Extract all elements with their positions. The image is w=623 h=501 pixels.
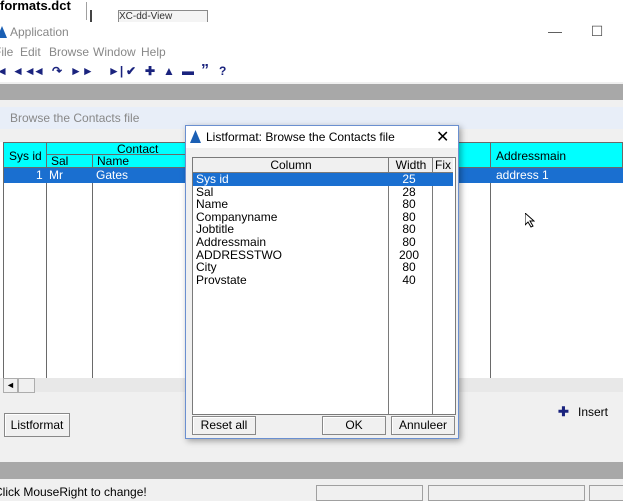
minimize-button[interactable]: — (545, 23, 565, 39)
menu-file[interactable]: File (0, 45, 13, 59)
cell-sal: Mr (49, 168, 63, 182)
status-text: Click MouseRight to change! (0, 485, 147, 499)
grid-header-width[interactable]: Width (389, 158, 433, 173)
cell-sysid: 1 (36, 168, 43, 182)
header-sal-label: Sal (51, 154, 69, 168)
browse-window-title: Browse the Contacts file (10, 111, 140, 125)
reset-all-button[interactable]: Reset all (192, 416, 256, 435)
close-icon[interactable]: ✕ (436, 127, 449, 147)
insert-plus-icon: ✚ (558, 404, 569, 419)
first-record-icon[interactable]: ◄ (0, 64, 8, 78)
status-pane (428, 485, 585, 501)
menu-browse[interactable]: Browse (49, 45, 89, 59)
gray-band-bottom (0, 462, 623, 479)
last-record-icon[interactable]: ►| (108, 64, 123, 78)
listformat-button[interactable]: Listformat (4, 413, 70, 437)
help-icon[interactable]: ? (219, 64, 226, 78)
insert-label: Insert (578, 405, 609, 419)
column-divider (46, 183, 47, 378)
menu-edit[interactable]: Edit (20, 45, 41, 59)
status-pane (589, 485, 623, 501)
item-width: 80 (402, 260, 416, 275)
menu-window[interactable]: Window (93, 45, 136, 59)
header-name[interactable]: Name (92, 154, 188, 168)
window-title: Application (10, 25, 69, 39)
status-pane (316, 485, 423, 501)
next-record-icon[interactable]: ►► (70, 64, 94, 78)
dialog-title: Listformat: Browse the Contacts file (206, 130, 395, 144)
column-divider (490, 183, 491, 378)
cell-name: Gates (96, 168, 129, 182)
item-width: 80 (402, 197, 416, 212)
item-column: Name (196, 197, 229, 212)
header-hidden-column[interactable] (456, 142, 491, 168)
item-column: City (196, 260, 217, 275)
background-tab-label[interactable]: formats.dct (0, 0, 71, 13)
mouse-cursor-icon (525, 213, 535, 228)
toolbar: ◄ ◄◄ ◄ ↷ ►► ►| ✔ ✚ ▲ ▬ ” ? (0, 62, 623, 82)
scroll-thumb[interactable] (18, 378, 35, 393)
accept-icon[interactable]: ✔ (126, 64, 136, 78)
dialog-titlebar: Listformat: Browse the Contacts file ✕ (186, 126, 458, 148)
header-sysid[interactable]: Sys id (3, 142, 47, 168)
item-width: 80 (402, 235, 416, 249)
app-logo-icon (0, 26, 7, 38)
scroll-left-button[interactable]: ◄ (3, 378, 18, 393)
window-titlebar: Application — ☐ (0, 22, 623, 42)
item-column: Sys id (196, 172, 229, 186)
list-item[interactable]: Sys id 25 (193, 173, 453, 186)
item-column: Addressmain (196, 235, 267, 249)
gray-band-top (0, 84, 623, 100)
header-addressmain-label: Addressmain (496, 149, 567, 163)
list-item[interactable]: Provstate 40 (193, 274, 453, 287)
menu-help[interactable]: Help (141, 45, 166, 59)
table-left-border (3, 142, 4, 378)
list-item[interactable]: Name 80 (193, 198, 453, 211)
delete-icon[interactable]: ▬ (182, 64, 194, 78)
grid-header-fix[interactable]: Fix (433, 158, 453, 173)
list-item[interactable]: City 80 (193, 261, 453, 274)
header-name-label: Name (97, 154, 130, 168)
item-width: 25 (402, 172, 416, 186)
list-item[interactable]: Addressmain 80 (193, 236, 453, 249)
header-sal[interactable]: Sal (46, 154, 93, 168)
change-icon[interactable]: ▲ (163, 64, 175, 78)
cancel-button[interactable]: Annuleer (391, 416, 455, 435)
column-format-list[interactable]: Column Width Fix Sys id 25 Sal 28 Name 80 C… (192, 157, 456, 415)
item-width: 40 (402, 272, 416, 287)
grid-header-column[interactable]: Column (193, 158, 389, 173)
header-addressmain[interactable]: Addressmain (490, 142, 623, 168)
background-tab-strip: formats.dct XC-dd-View (0, 0, 623, 26)
goto-icon[interactable]: ↷ (52, 64, 62, 78)
insert-button[interactable]: ✚ Insert (558, 404, 618, 422)
maximize-button[interactable]: ☐ (587, 23, 607, 40)
menu-bar: File Edit Browse Window Help (0, 42, 623, 62)
insert-icon[interactable]: ✚ (145, 64, 155, 78)
copy-icon[interactable]: ” (201, 62, 209, 80)
header-sysid-label: Sys id (9, 149, 42, 163)
cursor-marker (90, 10, 92, 22)
tab-separator (86, 2, 87, 20)
previous-record-icon[interactable]: ◄ (33, 64, 45, 78)
app-logo-icon (190, 130, 201, 143)
listformat-dialog: Listformat: Browse the Contacts file ✕ C… (185, 125, 459, 439)
column-divider (92, 183, 93, 378)
item-column: Provstate (196, 272, 247, 287)
status-bar: Click MouseRight to change! (0, 483, 623, 501)
cell-addressmain: address 1 (496, 168, 549, 182)
ok-button[interactable]: OK (322, 416, 386, 435)
